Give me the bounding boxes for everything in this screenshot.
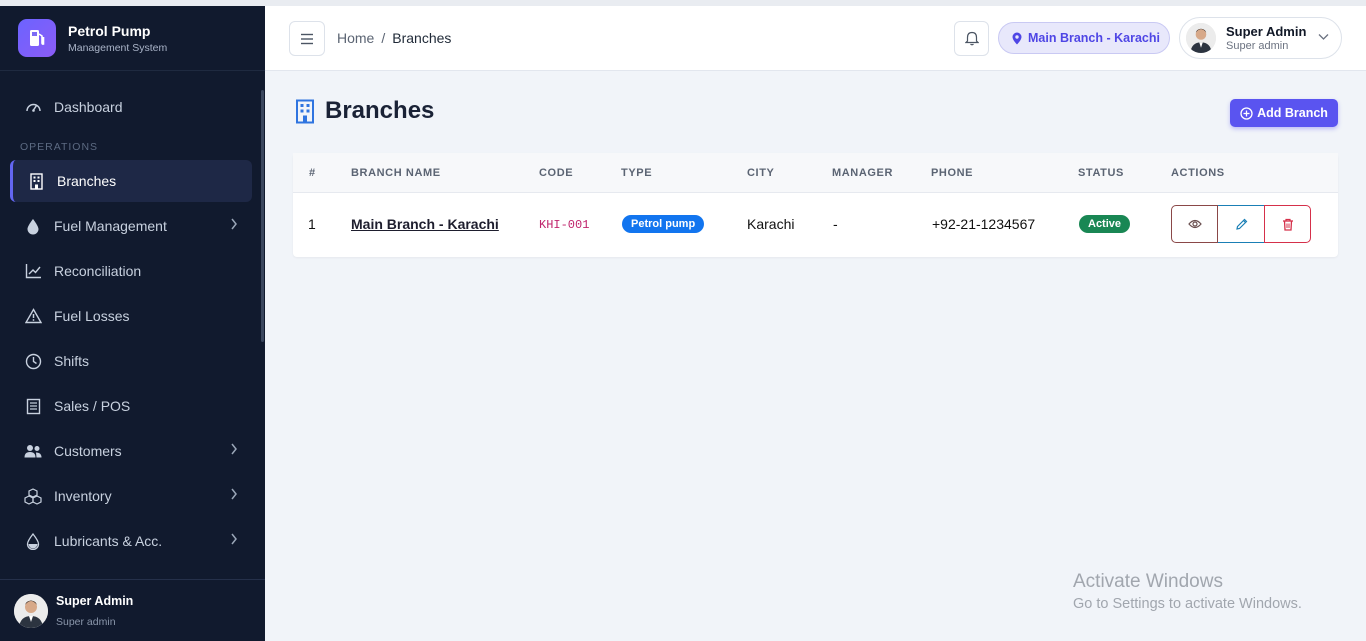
- sidebar-item-shifts[interactable]: Shifts: [10, 340, 252, 382]
- pencil-icon: [1235, 218, 1247, 230]
- receipt-icon: [24, 397, 42, 415]
- page-title-text: Branches: [325, 97, 435, 124]
- building-icon: [27, 172, 45, 190]
- bell-icon: [964, 31, 979, 46]
- column-header-phone[interactable]: PHONE: [931, 167, 973, 179]
- breadcrumb: Home / Branches: [337, 30, 451, 46]
- sidebar-item-sales-pos[interactable]: Sales / POS: [10, 385, 252, 427]
- sidebar-item-label: Fuel Management: [54, 218, 167, 234]
- breadcrumb-separator: /: [381, 30, 386, 46]
- hamburger-icon: [301, 33, 313, 44]
- column-header-number[interactable]: #: [309, 167, 316, 179]
- user-menu[interactable]: Super Admin Super admin: [1179, 17, 1342, 59]
- branch-manager: -: [833, 216, 838, 232]
- boxes-icon: [24, 487, 42, 505]
- trash-icon: [1282, 218, 1293, 231]
- sidebar-nav: Dashboard OPERATIONS Branches Fuel Manag…: [0, 71, 265, 562]
- section-label-operations: OPERATIONS: [20, 141, 99, 153]
- branch-phone: +92-21-1234567: [932, 216, 1036, 232]
- sidebar-item-label: Customers: [54, 443, 122, 459]
- column-header-actions: ACTIONS: [1171, 167, 1225, 179]
- sidebar-item-label: Branches: [57, 173, 117, 189]
- brand[interactable]: Petrol Pump Management System: [0, 6, 265, 71]
- sidebar-item-label: Inventory: [54, 488, 112, 504]
- warning-triangle-icon: [24, 307, 42, 325]
- edit-button[interactable]: [1218, 205, 1265, 243]
- branch-name-link[interactable]: Main Branch - Karachi: [351, 216, 499, 232]
- sidebar-item-fuel-management[interactable]: Fuel Management: [10, 205, 252, 247]
- delete-button[interactable]: [1264, 205, 1311, 243]
- sidebar-item-inventory[interactable]: Inventory: [10, 475, 252, 517]
- clock-icon: [24, 352, 42, 370]
- graph-up-icon: [24, 262, 42, 280]
- branches-table: # BRANCH NAME CODE TYPE CITY MANAGER PHO…: [293, 153, 1338, 257]
- notifications-button[interactable]: [954, 21, 989, 56]
- chevron-right-icon: [231, 533, 237, 545]
- plus-circle-icon: [1240, 106, 1253, 120]
- column-header-type[interactable]: TYPE: [621, 167, 652, 179]
- column-header-city[interactable]: CITY: [747, 167, 774, 179]
- branch-selector-label: Main Branch - Karachi: [1028, 31, 1160, 45]
- breadcrumb-home-link[interactable]: Home: [337, 30, 374, 46]
- header-user-name: Super Admin: [1226, 24, 1307, 39]
- sidebar-item-branches[interactable]: Branches: [10, 160, 252, 202]
- column-header-manager[interactable]: MANAGER: [832, 167, 893, 179]
- brand-title: Petrol Pump: [68, 22, 151, 39]
- table-row: 1 Main Branch - Karachi KHI-001 Petrol p…: [293, 193, 1338, 256]
- add-branch-label: Add Branch: [1257, 106, 1328, 120]
- sidebar-item-reconciliation[interactable]: Reconciliation: [10, 250, 252, 292]
- building-icon: [296, 99, 314, 123]
- page-title: Branches: [295, 97, 434, 125]
- branch-city: Karachi: [747, 216, 795, 232]
- watermark-title: Activate Windows: [1073, 571, 1223, 592]
- row-number: 1: [308, 216, 316, 232]
- breadcrumb-current: Branches: [392, 30, 452, 46]
- branch-code: KHI-001: [539, 218, 590, 232]
- watermark-subtitle: Go to Settings to activate Windows.: [1073, 596, 1302, 612]
- table-header: # BRANCH NAME CODE TYPE CITY MANAGER PHO…: [293, 153, 1338, 193]
- menu-toggle-button[interactable]: [289, 21, 325, 56]
- sidebar-item-label: Sales / POS: [54, 398, 131, 414]
- top-header: Home / Branches Main Branch - Karachi Supe…: [265, 6, 1366, 71]
- sidebar-item-label: Shifts: [54, 353, 90, 369]
- sidebar-user-profile[interactable]: Super Admin Super admin: [0, 579, 265, 641]
- column-header-branch-name[interactable]: BRANCH NAME: [351, 167, 441, 179]
- sidebar-item-customers[interactable]: Customers: [10, 430, 252, 472]
- chevron-down-icon: [1318, 34, 1329, 40]
- eye-icon: [1187, 219, 1202, 229]
- chevron-right-icon: [231, 218, 237, 230]
- type-badge: Petrol pump: [622, 215, 705, 233]
- sidebar-item-label: Reconciliation: [54, 263, 142, 279]
- people-icon: [24, 442, 42, 460]
- fuel-pump-logo-icon: [18, 19, 56, 57]
- windows-activation-watermark: Activate Windows Go to Settings to activ…: [1073, 571, 1302, 612]
- avatar: [1186, 23, 1216, 53]
- brand-subtitle: Management System: [68, 41, 168, 54]
- header-user-role: Super admin: [1226, 40, 1289, 52]
- sidebar-user-name: Super Admin: [56, 593, 134, 608]
- sidebar-scrollbar[interactable]: [261, 90, 264, 342]
- oil-drop-icon: [24, 532, 42, 550]
- sidebar-item-dashboard[interactable]: Dashboard: [10, 86, 252, 128]
- branch-selector[interactable]: Main Branch - Karachi: [998, 22, 1170, 54]
- sidebar: Petrol Pump Management System Dashboard …: [0, 6, 265, 641]
- sidebar-item-label: Dashboard: [54, 99, 123, 115]
- avatar: [14, 593, 48, 628]
- chevron-right-icon: [231, 443, 237, 455]
- column-header-status[interactable]: STATUS: [1078, 167, 1124, 179]
- view-button[interactable]: [1171, 205, 1218, 243]
- sidebar-user-role: Super admin: [56, 615, 116, 628]
- map-pin-icon: [1012, 32, 1022, 44]
- chevron-right-icon: [231, 488, 237, 500]
- sidebar-item-lubricants[interactable]: Lubricants & Acc.: [10, 520, 252, 562]
- dashboard-gauge-icon: [24, 98, 42, 116]
- column-header-code[interactable]: CODE: [539, 167, 573, 179]
- add-branch-button[interactable]: Add Branch: [1230, 99, 1338, 127]
- status-badge: Active: [1079, 215, 1131, 233]
- sidebar-item-label: Lubricants & Acc.: [54, 533, 163, 549]
- sidebar-item-label: Fuel Losses: [54, 308, 130, 324]
- sidebar-item-fuel-losses[interactable]: Fuel Losses: [10, 295, 252, 337]
- droplet-icon: [24, 217, 42, 235]
